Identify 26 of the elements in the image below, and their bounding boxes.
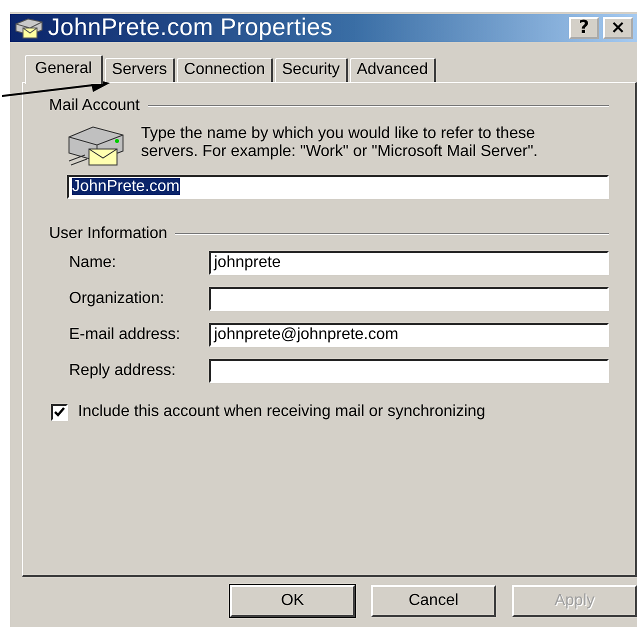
mail-server-icon <box>14 16 44 40</box>
description-text: Type the name by which you would like to refer to these servers. For example: "Work" or "Microsoft Mail Server". <box>141 125 539 161</box>
input-field[interactable]: JohnPrete.com <box>67 175 609 199</box>
input-field[interactable] <box>209 359 609 383</box>
input-field[interactable] <box>209 287 609 311</box>
close-button[interactable]: × <box>603 17 633 39</box>
checkbox-label: Include this account when receiving mail or synchronizing <box>78 403 486 421</box>
field-label: Reply address: <box>69 362 177 380</box>
tab[interactable]: General <box>25 55 103 84</box>
field-label: E-mail address: <box>69 326 182 344</box>
input-field[interactable]: johnprete <box>209 251 609 275</box>
mail-server-icon <box>67 125 125 167</box>
field-label: Name: <box>69 254 118 272</box>
group-label: User Information <box>49 225 168 243</box>
dialog-button[interactable]: OK <box>230 585 355 617</box>
window-title: JohnPrete.com Properties <box>48 14 334 42</box>
input-field[interactable]: johnprete@johnprete.com <box>209 323 609 347</box>
tab[interactable]: Security <box>275 58 348 82</box>
help-button[interactable]: ? <box>569 17 599 39</box>
dialog-button[interactable]: Cancel <box>371 585 496 617</box>
group-label: Mail Account <box>49 97 140 115</box>
field-label: Organization: <box>69 290 166 308</box>
tab[interactable]: Advanced <box>350 58 436 82</box>
checkbox[interactable] <box>51 404 68 420</box>
tab[interactable]: Connection <box>177 58 273 82</box>
tab[interactable]: Servers <box>104 58 176 82</box>
